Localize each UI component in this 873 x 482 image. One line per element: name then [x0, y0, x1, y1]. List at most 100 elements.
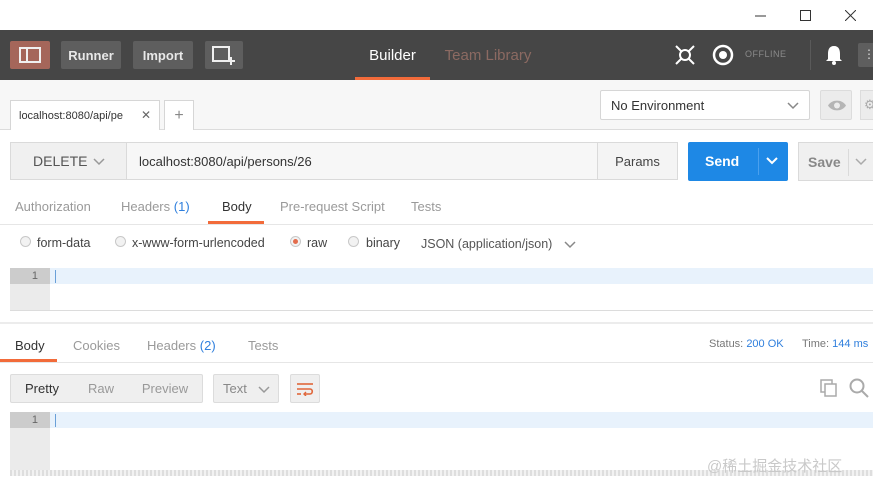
- form-data-label: form-data: [37, 236, 91, 250]
- params-label: Params: [615, 153, 660, 169]
- search-button[interactable]: [849, 378, 869, 401]
- text-cursor: [55, 414, 56, 427]
- offline-label: OFFLINE: [745, 49, 787, 59]
- response-time: Time: 144 ms: [802, 338, 868, 350]
- preview-label: Preview: [141, 381, 189, 396]
- sync-status-button[interactable]: [711, 43, 735, 67]
- tab-team-library-label: Team Library: [444, 46, 532, 64]
- tab-headers[interactable]: Headers (1): [121, 199, 190, 214]
- method-select[interactable]: DELETE: [10, 142, 126, 180]
- tab-authorization-label: Authorization: [15, 199, 91, 214]
- close-tab-icon[interactable]: ✕: [141, 108, 151, 122]
- url-value: localhost:8080/api/persons/26: [139, 153, 312, 169]
- close-button[interactable]: [827, 0, 873, 30]
- wrap-lines-button[interactable]: [290, 374, 320, 403]
- maximize-icon: [799, 9, 811, 21]
- environment-value: No Environment: [611, 97, 705, 113]
- header-divider: [810, 40, 811, 70]
- minimize-button[interactable]: [737, 0, 783, 30]
- status-value: 200 OK: [746, 338, 784, 350]
- tab-pre-request-script[interactable]: Pre-request Script: [280, 199, 385, 214]
- radio-raw[interactable]: [290, 236, 301, 247]
- params-button[interactable]: Params: [597, 142, 678, 180]
- raw-label: raw: [307, 236, 328, 250]
- minimize-icon: [754, 15, 766, 16]
- view-mode-pretty[interactable]: Pretty: [17, 374, 67, 403]
- response-tab-tests[interactable]: Tests: [248, 338, 278, 353]
- gear-icon: ⚙: [864, 97, 873, 112]
- close-icon: [844, 9, 856, 21]
- eye-icon: [828, 100, 846, 111]
- add-tab-button[interactable]: +: [164, 100, 194, 130]
- tab-team-library[interactable]: Team Library: [440, 30, 536, 80]
- response-tab-cookies[interactable]: Cookies: [73, 338, 120, 353]
- watermark: @稀土掘金技术社区: [707, 458, 843, 475]
- response-tab-headers-label: Headers: [147, 338, 197, 353]
- view-mode-raw[interactable]: Raw: [80, 374, 122, 403]
- response-tab-body[interactable]: Body: [15, 338, 45, 353]
- view-mode-preview[interactable]: Preview: [136, 374, 194, 403]
- quick-look-button[interactable]: [820, 90, 852, 120]
- search-icon: [849, 378, 869, 398]
- radio-binary[interactable]: [348, 236, 359, 247]
- manage-environments-button[interactable]: ⚙: [860, 90, 873, 120]
- notifications-bell-icon: [826, 46, 842, 65]
- time-label: Time:: [802, 338, 830, 350]
- pretty-label: Pretty: [25, 381, 59, 396]
- interceptor-icon: [675, 45, 695, 65]
- binary-label: binary: [366, 236, 401, 250]
- tab-body-label: Body: [222, 199, 252, 214]
- request-tab-bar: localhost:8080/api/pe ✕ + No Environment…: [0, 80, 873, 130]
- save-button[interactable]: Save: [798, 142, 873, 181]
- app-header: Runner Import Builder Team Library OFFLI…: [0, 30, 873, 80]
- tab-authorization[interactable]: Authorization: [15, 199, 91, 214]
- send-divider: [758, 148, 759, 175]
- interceptor-button[interactable]: [673, 43, 697, 67]
- tab-builder-label: Builder: [369, 46, 416, 64]
- send-button[interactable]: Send: [688, 142, 788, 181]
- more-button[interactable]: ⋮: [858, 43, 873, 67]
- runner-button[interactable]: Runner: [61, 41, 121, 69]
- sync-status-icon: [712, 44, 734, 66]
- content-type-select[interactable]: JSON (application/json): [421, 237, 576, 251]
- divider: [0, 224, 873, 225]
- chevron-down-icon: [93, 158, 105, 166]
- response-tab-body-label: Body: [15, 338, 45, 353]
- new-window-icon: [212, 46, 235, 65]
- tab-tests-label: Tests: [411, 199, 442, 214]
- response-tab-headers[interactable]: Headers (2): [147, 338, 216, 353]
- copy-button[interactable]: [820, 379, 838, 400]
- request-tab-label: localhost:8080/api/pe: [19, 109, 123, 122]
- chevron-down-icon[interactable]: [766, 157, 778, 165]
- new-window-button[interactable]: [205, 41, 243, 69]
- format-select[interactable]: Text: [213, 374, 279, 403]
- url-input[interactable]: localhost:8080/api/persons/26: [126, 142, 598, 180]
- sidebar-toggle-button[interactable]: [10, 41, 50, 69]
- tab-headers-count: (1): [173, 199, 190, 214]
- window-titlebar: [0, 0, 873, 30]
- tab-tests[interactable]: Tests: [411, 199, 441, 214]
- more-icon: ⋮: [863, 47, 873, 61]
- import-button[interactable]: Import: [133, 41, 193, 69]
- radio-x-www-form-urlencoded[interactable]: [115, 236, 126, 247]
- request-tab[interactable]: localhost:8080/api/pe ✕: [10, 100, 160, 130]
- postman-window: Runner Import Builder Team Library OFFLI…: [0, 0, 873, 482]
- response-status: Status: 200 OK: [709, 338, 784, 350]
- tab-body[interactable]: Body: [222, 199, 252, 214]
- tab-builder[interactable]: Builder: [355, 30, 430, 80]
- wrap-lines-icon: [297, 382, 314, 396]
- chevron-down-icon[interactable]: [855, 158, 867, 166]
- sidebar-toggle-icon: [19, 47, 41, 63]
- runner-label: Runner: [68, 47, 114, 63]
- save-label: Save: [808, 154, 841, 170]
- tab-pre-request-script-label: Pre-request Script: [280, 199, 385, 214]
- chevron-down-icon: [787, 102, 799, 110]
- maximize-button[interactable]: [782, 0, 828, 30]
- notifications-button[interactable]: [822, 43, 846, 67]
- status-label: Status:: [709, 338, 744, 350]
- request-body-editor[interactable]: 1: [10, 268, 873, 311]
- environment-select[interactable]: No Environment: [600, 90, 810, 120]
- copy-icon: [820, 379, 837, 397]
- pane-splitter[interactable]: [0, 322, 873, 324]
- radio-form-data[interactable]: [20, 236, 31, 247]
